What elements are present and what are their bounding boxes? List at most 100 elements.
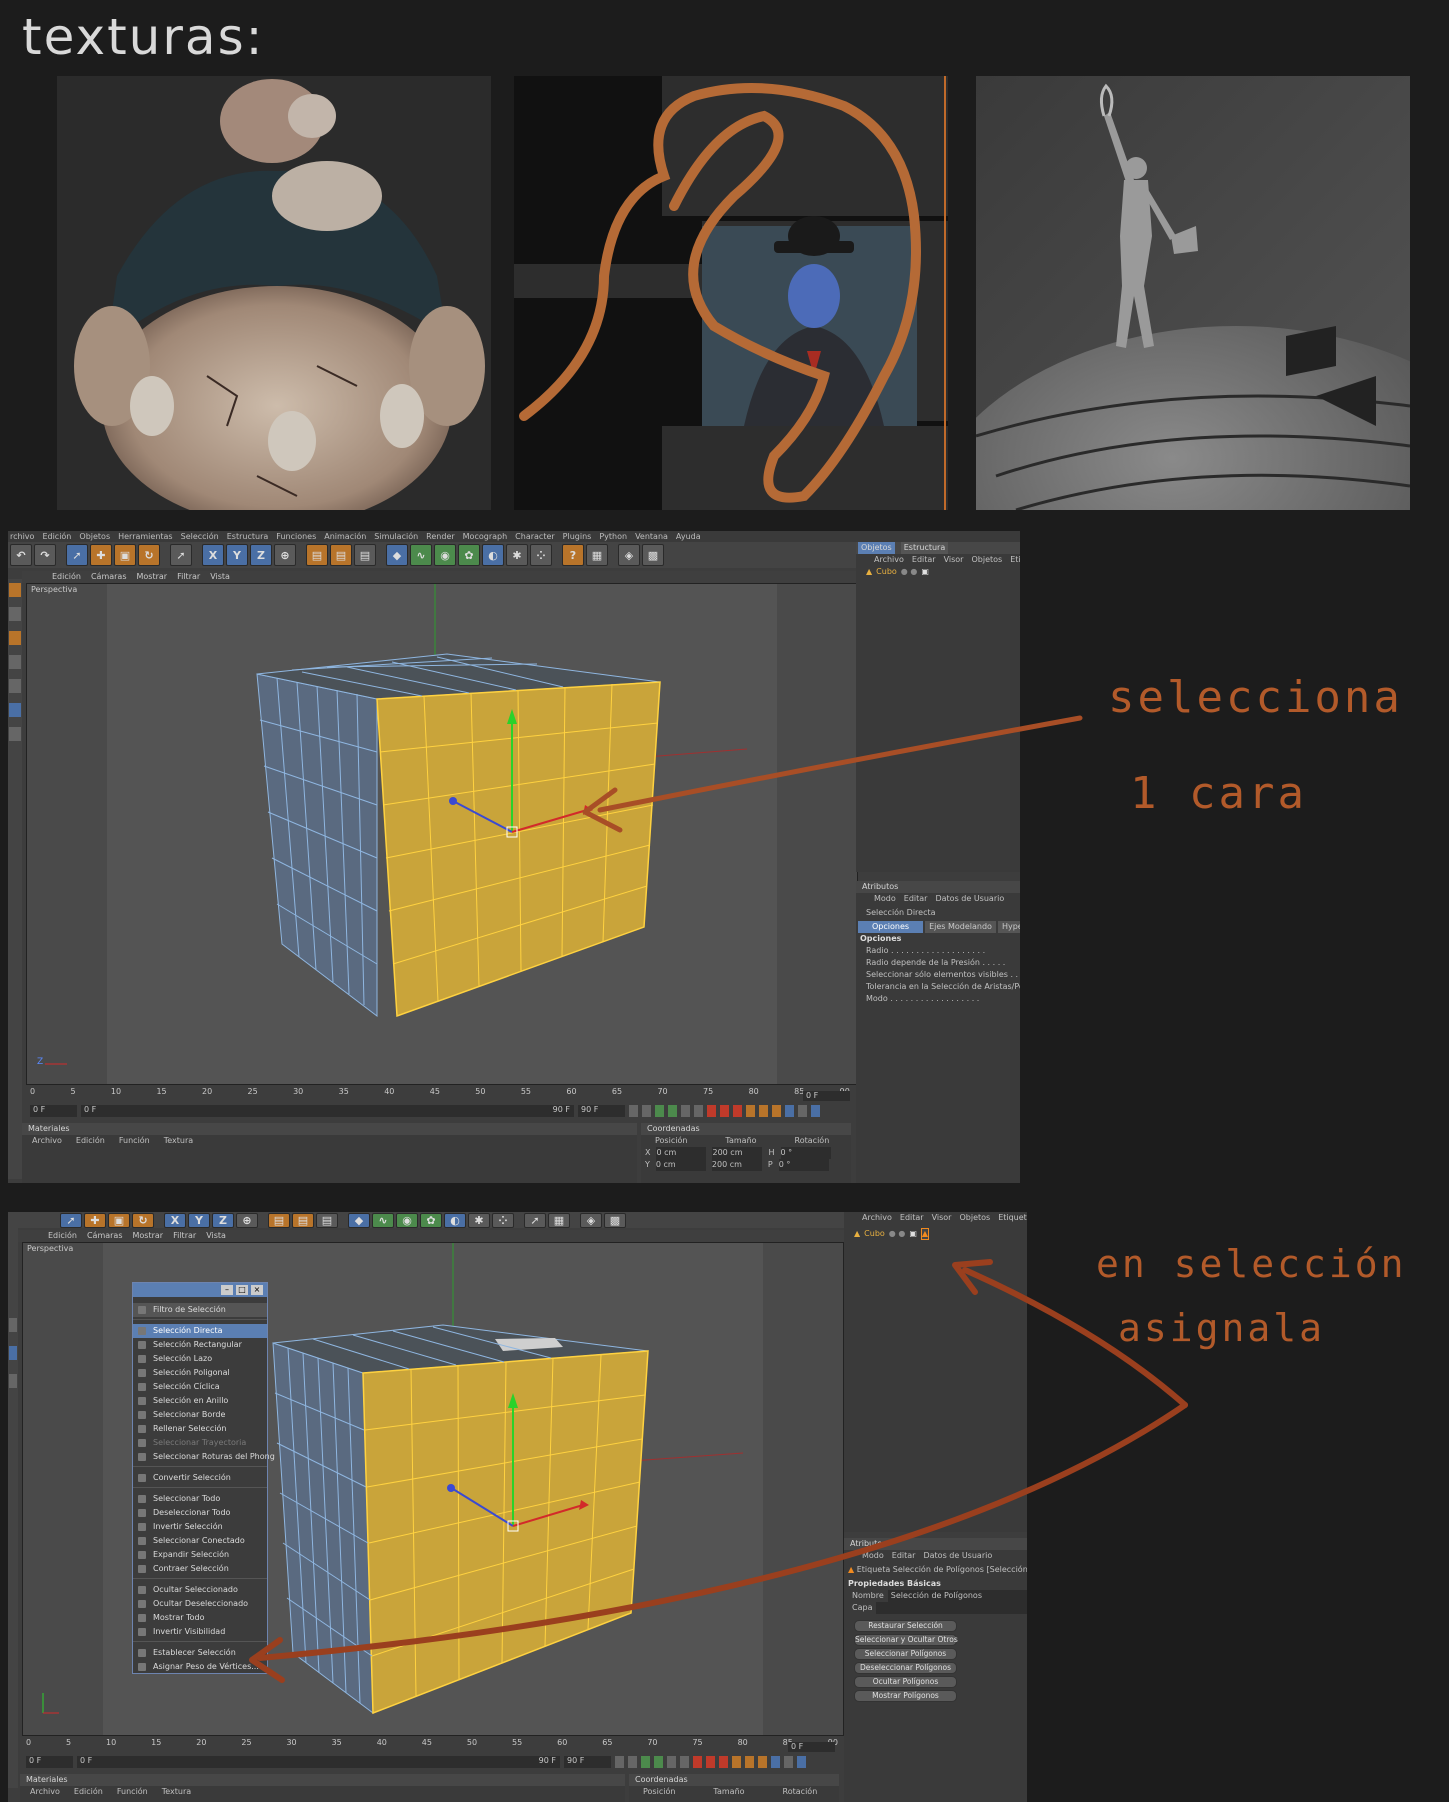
render-settings-icon[interactable]: ▤ (354, 544, 376, 566)
menu-fill-selection[interactable]: Rellenar Selección (133, 1422, 267, 1436)
menu-loop-selection[interactable]: Selección Cíclica (133, 1380, 267, 1394)
rotation-key-icon[interactable] (758, 1756, 767, 1768)
close-icon[interactable]: × (251, 1285, 263, 1295)
menu-ring-selection[interactable]: Selección en Anillo (133, 1394, 267, 1408)
object-menu-item[interactable]: Editar (912, 554, 936, 566)
live-selection-icon[interactable]: ➚ (66, 544, 88, 566)
viewport-menu-item[interactable]: Edición (48, 1230, 77, 1242)
tab-structure[interactable]: Estructura (900, 542, 949, 554)
next-key-icon[interactable] (681, 1105, 690, 1117)
menu-grow-selection[interactable]: Expandir Selección (133, 1548, 267, 1562)
spline-icon[interactable]: ∿ (410, 544, 432, 566)
viewport-top[interactable]: Perspectiva Z (26, 583, 858, 1085)
tab-objects[interactable]: Objetos (858, 542, 895, 554)
edges-mode-icon[interactable] (9, 655, 21, 669)
help-icon[interactable]: ➚ (524, 1212, 546, 1228)
menu-select-connected[interactable]: Seleccionar Conectado (133, 1534, 267, 1548)
menu-item[interactable]: Ayuda (676, 531, 701, 542)
play-back-icon[interactable] (655, 1105, 664, 1117)
menu-unhide-all[interactable]: Mostrar Todo (133, 1611, 267, 1625)
materials-menu-item[interactable]: Archivo (32, 1135, 62, 1147)
y-axis-icon[interactable]: Y (226, 544, 248, 566)
viewport-menu-item[interactable]: Filtrar (173, 1230, 196, 1242)
nurbs-icon[interactable]: ◉ (396, 1212, 418, 1228)
object-menu-item[interactable]: Archivo (862, 1212, 892, 1224)
attributes-menu-item[interactable]: Editar (892, 1550, 916, 1562)
menu-invert-selection[interactable]: Invertir Selección (133, 1520, 267, 1534)
spline-icon[interactable]: ∿ (372, 1212, 394, 1228)
last-frame-icon[interactable] (694, 1105, 703, 1117)
menu-item[interactable]: Herramientas (118, 531, 173, 542)
frame-range-slider[interactable]: 0 F 90 F (77, 1756, 560, 1768)
menu-item[interactable]: Edición (42, 531, 71, 542)
snap-icon[interactable]: ◈ (580, 1212, 602, 1228)
object-menu-item[interactable]: Visor (944, 554, 964, 566)
option-visible-only[interactable]: Seleccionar sólo elementos visibles . . … (856, 969, 1020, 981)
visibility-dots-icon[interactable]: ● ● (901, 566, 918, 578)
last-frame-icon[interactable] (680, 1756, 689, 1768)
record-icon[interactable] (693, 1756, 702, 1768)
x-axis-icon[interactable]: X (164, 1212, 186, 1228)
nurbs-icon[interactable]: ◉ (434, 544, 456, 566)
render-picture-icon[interactable]: ▤ (292, 1212, 314, 1228)
polygon-selection-tag-icon[interactable]: ▲ (920, 1228, 930, 1240)
rotate-icon[interactable]: ↻ (138, 544, 160, 566)
menu-item[interactable]: Render (426, 531, 454, 542)
menu-lasso-selection[interactable]: Selección Lazo (133, 1352, 267, 1366)
position-key-icon[interactable] (746, 1105, 755, 1117)
start-frame-field[interactable]: 0 F (26, 1756, 73, 1768)
frame-range-slider[interactable]: 0 F 90 F (81, 1105, 574, 1117)
array-icon[interactable]: ✿ (458, 544, 480, 566)
menu-direct-selection[interactable]: Selección Directa (133, 1324, 267, 1338)
object-row-cubo[interactable]: ▲ Cubo ● ● ▣ (856, 566, 1020, 578)
menu-polygon-selection[interactable]: Selección Poligonal (133, 1366, 267, 1380)
menu-item[interactable]: Objetos (79, 531, 110, 542)
menu-outline-selection[interactable]: Seleccionar Borde (133, 1408, 267, 1422)
rotate-icon[interactable]: ↻ (132, 1212, 154, 1228)
viewport-menu-item[interactable]: Cámaras (91, 571, 127, 583)
axis-mode-icon[interactable] (9, 1374, 17, 1388)
cube-icon[interactable]: ◆ (386, 544, 408, 566)
menu-item[interactable]: Mocograph (463, 531, 508, 542)
materials-menu-item[interactable]: Edición (76, 1135, 105, 1147)
rotation-key-icon[interactable] (772, 1105, 781, 1117)
menu-selection-filter[interactable]: Filtro de Selección (133, 1303, 267, 1317)
menu-phong-break-selection[interactable]: Seleccionar Roturas del Phong (133, 1450, 275, 1464)
materials-menu-item[interactable]: Textura (164, 1135, 193, 1147)
select-hide-others-button[interactable]: Seleccionar y Ocultar Otros (854, 1634, 958, 1646)
tab-hypernurbs[interactable]: HyperNURBS (997, 921, 1020, 933)
go-icon[interactable]: ▩ (642, 544, 664, 566)
move-icon[interactable]: ✚ (84, 1212, 106, 1228)
attributes-menu-item[interactable]: Modo (862, 1550, 884, 1562)
grid-icon[interactable]: ▦ (548, 1212, 570, 1228)
menu-hide-selected[interactable]: Ocultar Seleccionado (133, 1583, 267, 1597)
current-frame-field[interactable]: 0 F (788, 1742, 835, 1752)
menu-item[interactable]: Plugins (563, 531, 592, 542)
attributes-menu-item[interactable]: Editar (904, 893, 928, 905)
menu-invert-visibility[interactable]: Invertir Visibilidad (133, 1625, 267, 1639)
tab-modeling-axis[interactable]: Ejes Modelando (925, 921, 996, 933)
render-view-icon[interactable]: ▤ (268, 1212, 290, 1228)
menu-hide-unselected[interactable]: Ocultar Deseleccionado (133, 1597, 267, 1611)
size-y-field[interactable]: 200 cm (711, 1159, 762, 1171)
object-name[interactable]: Cubo (864, 1228, 885, 1240)
texture-mode-icon[interactable] (9, 607, 21, 621)
model-mode-icon[interactable] (9, 583, 21, 597)
viewport-menu-item[interactable]: Vista (206, 1230, 226, 1242)
deselect-polygons-button[interactable]: Deseleccionar Polígonos (854, 1662, 957, 1674)
menu-item[interactable]: Python (599, 531, 627, 542)
object-menu-item[interactable]: Etiquetas (998, 1212, 1027, 1224)
prev-key-icon[interactable] (642, 1105, 651, 1117)
minimize-icon[interactable]: – (221, 1285, 233, 1295)
option-tolerance[interactable]: Tolerancia en la Selección de Aristas/Po… (856, 981, 1020, 993)
coordinate-system-icon[interactable]: ⊕ (236, 1212, 258, 1228)
object-menu-item[interactable]: Objetos (971, 554, 1002, 566)
go-icon[interactable]: ▩ (604, 1212, 626, 1228)
z-axis-icon[interactable]: Z (250, 544, 272, 566)
next-key-icon[interactable] (667, 1756, 676, 1768)
grid-icon[interactable]: ▦ (586, 544, 608, 566)
phong-tag-icon[interactable]: ▣ (909, 1228, 917, 1240)
start-frame-field[interactable]: 0 F (30, 1105, 77, 1117)
record-icon[interactable] (707, 1105, 716, 1117)
phong-tag-icon[interactable]: ▣ (921, 566, 929, 578)
